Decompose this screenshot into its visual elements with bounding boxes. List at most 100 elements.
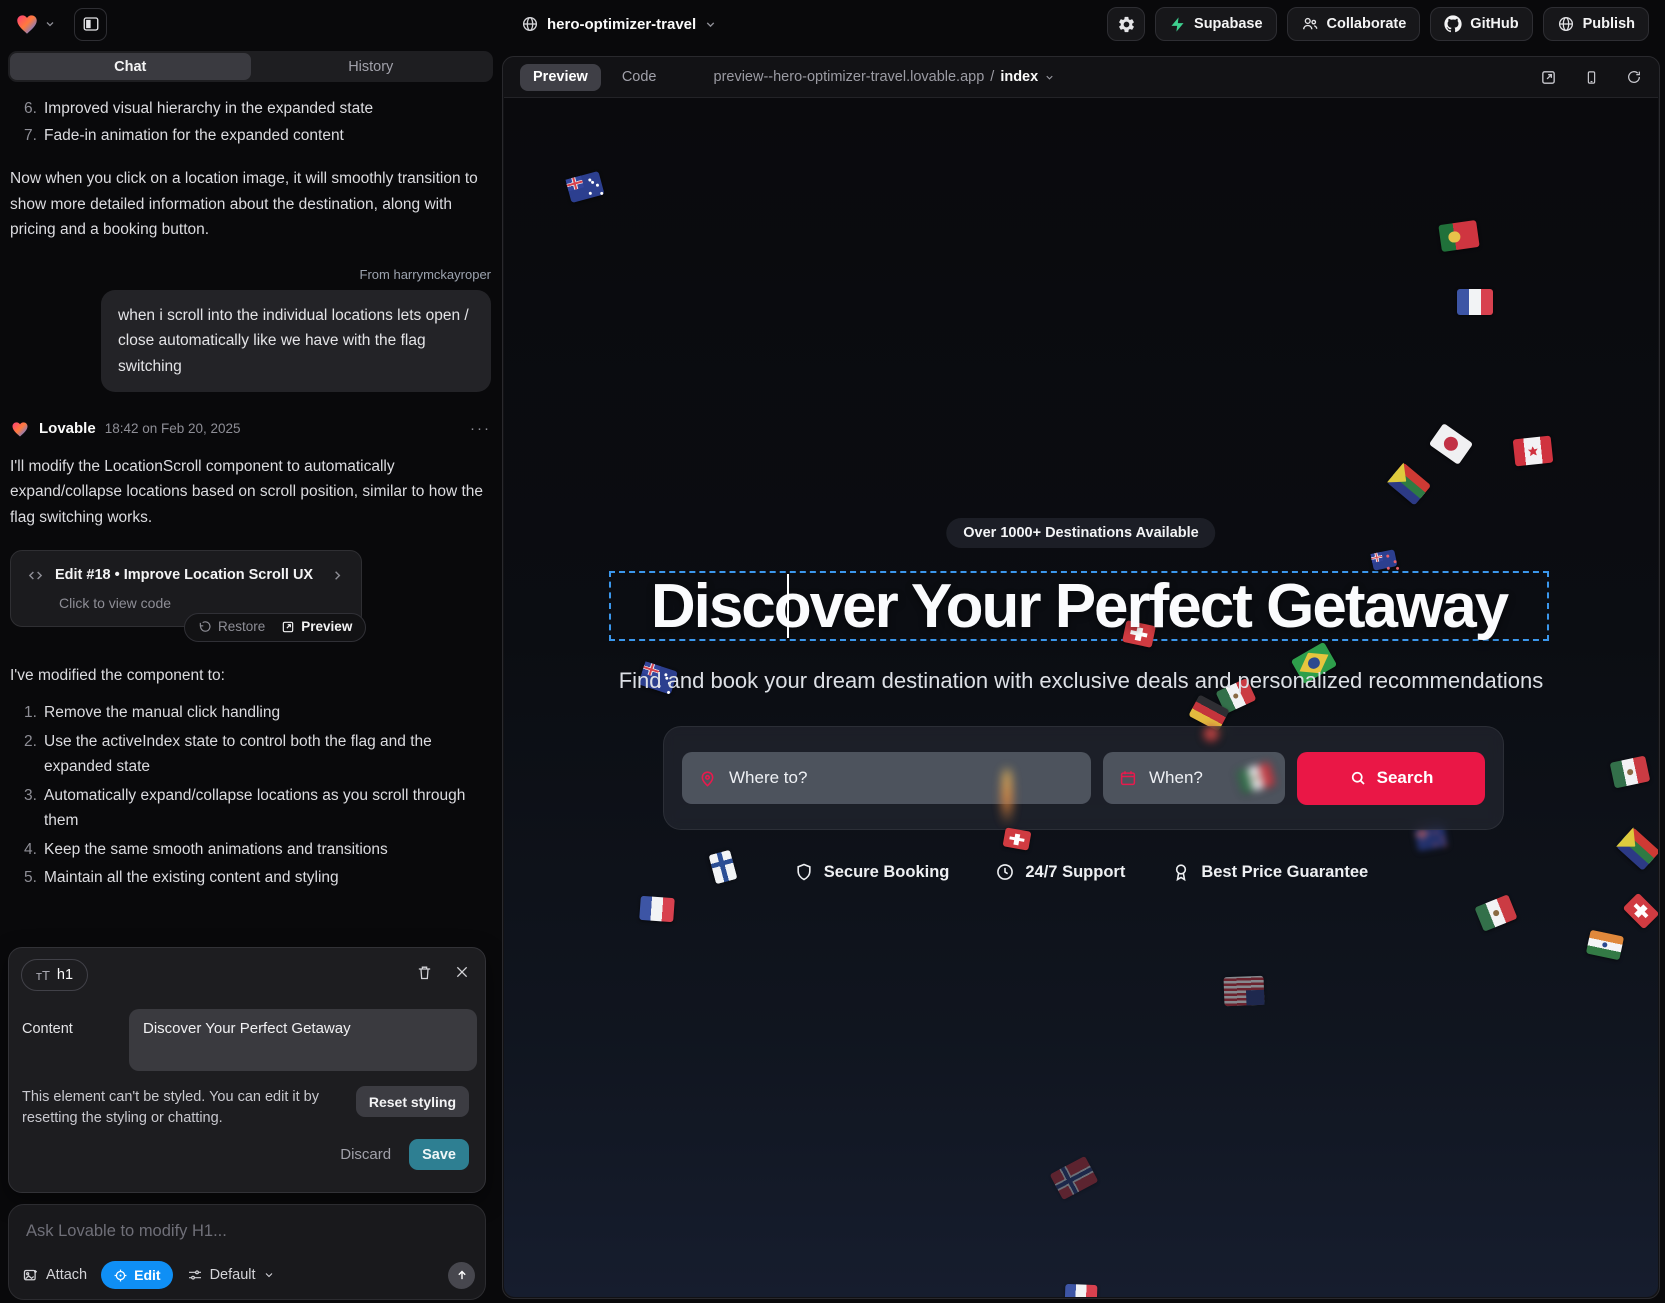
list-item: 1.Remove the manual click handling bbox=[10, 700, 491, 726]
edit-mode-label: Edit bbox=[134, 1267, 160, 1283]
numbered-list-top: 6.Improved visual hierarchy in the expan… bbox=[10, 96, 491, 148]
content-field-label: Content bbox=[22, 1021, 73, 1037]
model-default-label: Default bbox=[210, 1267, 256, 1283]
save-button[interactable]: Save bbox=[409, 1139, 469, 1170]
numbered-list-bottom: 1.Remove the manual click handling 2.Use … bbox=[10, 700, 491, 891]
sidebar-toggle-button[interactable] bbox=[74, 8, 107, 41]
lovable-heart-icon bbox=[10, 419, 30, 439]
arrow-up-icon bbox=[455, 1268, 469, 1282]
external-link-icon bbox=[281, 620, 295, 634]
calendar-icon bbox=[1119, 769, 1137, 787]
flag-switzerland-icon bbox=[1623, 893, 1658, 930]
publish-label: Publish bbox=[1583, 16, 1635, 32]
lovable-logo-heart-icon[interactable] bbox=[14, 11, 40, 37]
flag-france-icon bbox=[639, 896, 675, 922]
trust-item-guarantee: Best Price Guarantee bbox=[1171, 862, 1368, 882]
message-author-label: From harrymckayroper bbox=[10, 267, 491, 283]
refresh-icon[interactable] bbox=[1626, 69, 1642, 85]
preview-url[interactable]: preview--hero-optimizer-travel.lovable.a… bbox=[714, 69, 1056, 85]
when-placeholder: When? bbox=[1149, 768, 1203, 788]
attach-label: Attach bbox=[46, 1267, 87, 1283]
search-button[interactable]: Search bbox=[1297, 752, 1485, 805]
chevron-down-icon[interactable] bbox=[44, 18, 56, 30]
list-item: 7.Fade-in animation for the expanded con… bbox=[10, 123, 491, 149]
globe-icon bbox=[521, 15, 539, 33]
list-item: 6.Improved visual hierarchy in the expan… bbox=[10, 96, 491, 122]
tab-history[interactable]: History bbox=[251, 53, 492, 80]
hero-subtitle: Find and book your dream destination wit… bbox=[504, 668, 1658, 694]
content-textarea[interactable]: Discover Your Perfect Getaway bbox=[129, 1009, 477, 1071]
open-in-new-tab-icon[interactable] bbox=[1540, 69, 1557, 86]
trust-label: Secure Booking bbox=[824, 863, 950, 882]
flag-france-icon bbox=[1457, 289, 1493, 315]
tab-code[interactable]: Code bbox=[622, 69, 657, 85]
model-default-selector[interactable]: Default bbox=[187, 1267, 275, 1283]
delete-element-button[interactable] bbox=[416, 964, 433, 981]
chevron-down-icon bbox=[1044, 72, 1055, 83]
tab-preview[interactable]: Preview bbox=[520, 64, 601, 91]
supabase-label: Supabase bbox=[1194, 16, 1263, 32]
mobile-view-icon[interactable] bbox=[1584, 69, 1599, 86]
element-tag-pill[interactable]: тT h1 bbox=[21, 959, 88, 991]
trust-label: 24/7 Support bbox=[1025, 863, 1125, 882]
list-item: 2.Use the activeIndex state to control b… bbox=[10, 729, 491, 780]
reset-styling-button[interactable]: Reset styling bbox=[356, 1086, 469, 1117]
where-to-input[interactable]: Where to? bbox=[682, 752, 1091, 804]
flag-mexico-icon bbox=[1474, 894, 1517, 932]
flag-india-icon bbox=[1586, 930, 1624, 961]
list-item: 4.Keep the same smooth animations and tr… bbox=[10, 837, 491, 863]
search-card: Where to? When? Search bbox=[663, 726, 1504, 830]
flag-switzerland-icon bbox=[1003, 827, 1032, 850]
url-separator: / bbox=[990, 69, 994, 85]
project-switcher[interactable]: hero-optimizer-travel bbox=[521, 0, 717, 48]
assistant-paragraph: I've modified the component to: bbox=[10, 663, 491, 689]
preview-change-button[interactable]: Preview bbox=[281, 614, 352, 640]
supabase-button[interactable]: Supabase bbox=[1155, 7, 1277, 41]
message-timestamp: 18:42 on Feb 20, 2025 bbox=[105, 416, 241, 442]
edit-card-subtitle: Click to view code bbox=[59, 594, 345, 612]
restore-preview-pill: Restore Preview bbox=[184, 613, 366, 642]
sliders-icon bbox=[187, 1267, 203, 1283]
text-size-icon: тT bbox=[36, 968, 50, 983]
preview-change-label: Preview bbox=[301, 614, 352, 640]
restore-icon bbox=[198, 620, 212, 634]
clock-icon bbox=[995, 862, 1015, 882]
tab-chat[interactable]: Chat bbox=[10, 53, 251, 80]
gear-icon bbox=[1117, 15, 1136, 34]
publish-button[interactable]: Publish bbox=[1543, 7, 1649, 41]
restore-button[interactable]: Restore bbox=[198, 614, 265, 640]
flag-south-africa-icon bbox=[1387, 462, 1431, 505]
list-item: 5.Maintain all the existing content and … bbox=[10, 865, 491, 891]
assistant-name: Lovable bbox=[39, 416, 96, 442]
message-menu-button[interactable]: ··· bbox=[470, 416, 491, 442]
assistant-paragraph: Now when you click on a location image, … bbox=[10, 166, 491, 243]
close-icon[interactable] bbox=[454, 964, 470, 980]
people-icon bbox=[1301, 15, 1319, 33]
collaborate-button[interactable]: Collaborate bbox=[1287, 7, 1421, 41]
edit-mode-pill[interactable]: Edit bbox=[101, 1261, 172, 1289]
flag-australia-icon bbox=[565, 171, 604, 203]
send-button[interactable] bbox=[448, 1262, 475, 1289]
project-name: hero-optimizer-travel bbox=[547, 16, 696, 33]
element-editor-panel: тT h1 Content Discover Your Perfect Geta… bbox=[8, 947, 486, 1193]
restore-label: Restore bbox=[218, 614, 265, 640]
chat-composer: Ask Lovable to modify H1... Attach Edit … bbox=[8, 1204, 486, 1300]
hero-heading[interactable]: Discover Your Perfect Getaway bbox=[609, 571, 1549, 641]
attach-button[interactable]: Attach bbox=[22, 1267, 87, 1284]
discard-button[interactable]: Discard bbox=[340, 1146, 391, 1163]
award-icon bbox=[1171, 862, 1191, 882]
trust-label: Best Price Guarantee bbox=[1201, 863, 1368, 882]
app-window: hero-optimizer-travel Supabase Collabora… bbox=[0, 0, 1665, 1303]
when-input[interactable]: When? bbox=[1103, 752, 1285, 804]
search-icon bbox=[1349, 769, 1367, 787]
github-button[interactable]: GitHub bbox=[1430, 7, 1532, 41]
trust-item-secure: Secure Booking bbox=[794, 862, 950, 882]
flag-france-icon bbox=[1065, 1284, 1098, 1297]
editor-actions: Discard Save bbox=[340, 1139, 469, 1170]
composer-input[interactable]: Ask Lovable to modify H1... bbox=[26, 1222, 227, 1241]
flag-mexico-icon bbox=[1610, 756, 1651, 789]
settings-button[interactable] bbox=[1107, 7, 1145, 41]
url-page: index bbox=[1000, 69, 1038, 85]
code-icon bbox=[27, 567, 44, 584]
location-pin-icon bbox=[698, 769, 717, 788]
